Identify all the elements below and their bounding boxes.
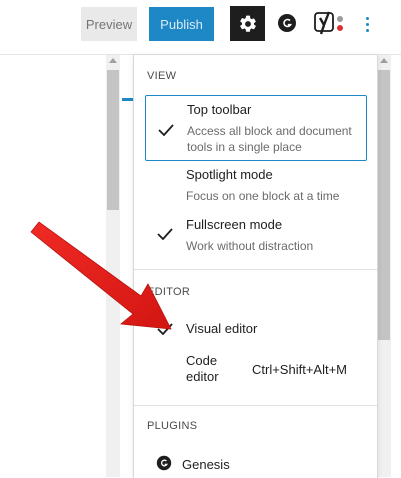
gear-icon xyxy=(239,15,256,32)
settings-button[interactable] xyxy=(230,6,265,41)
editor-scrollbar-thumb[interactable] xyxy=(107,70,119,210)
view-section-label: VIEW xyxy=(147,70,177,82)
yoast-icon xyxy=(314,11,343,35)
fullscreen-mode-option[interactable]: Fullscreen mode Work without distraction xyxy=(145,215,365,255)
menu-divider xyxy=(134,405,377,406)
spotlight-mode-option[interactable]: Spotlight mode Focus on one block at a t… xyxy=(145,165,365,205)
genesis-icon xyxy=(278,14,296,32)
item-title: Code editor xyxy=(186,353,219,384)
editor-header: Preview Publish xyxy=(0,0,401,55)
item-description: Work without distraction xyxy=(186,239,314,253)
checkmark-icon xyxy=(158,124,174,136)
item-title: Top toolbar xyxy=(187,102,252,117)
ellipsis-dot xyxy=(365,28,369,32)
code-editor-option[interactable]: Code editor Ctrl+Shift+Alt+M xyxy=(145,351,365,391)
preview-button[interactable]: Preview xyxy=(81,7,137,41)
genesis-plugin-button[interactable] xyxy=(277,13,297,33)
genesis-plugin-option[interactable]: Genesis xyxy=(134,451,377,475)
item-description: Focus on one block at a time xyxy=(186,189,340,203)
item-title: Fullscreen mode xyxy=(186,217,283,232)
checkmark-icon xyxy=(157,228,173,240)
checkmark-icon xyxy=(157,323,173,335)
visual-editor-option[interactable]: Visual editor xyxy=(145,317,365,341)
item-title: Spotlight mode xyxy=(186,167,273,182)
top-toolbar-option[interactable]: Top toolbar Access all block and documen… xyxy=(145,95,367,161)
editor-section-label: EDITOR xyxy=(147,286,191,298)
publish-button[interactable]: Publish xyxy=(149,7,214,41)
menu-divider xyxy=(134,269,377,270)
keyboard-shortcut: Ctrl+Shift+Alt+M xyxy=(252,362,348,377)
scroll-up-arrow-icon[interactable] xyxy=(109,58,117,63)
plugins-section-label: PLUGINS xyxy=(147,420,198,432)
item-title: Genesis xyxy=(182,457,230,472)
genesis-icon xyxy=(156,455,172,471)
vertical-ellipsis-icon xyxy=(365,16,369,20)
more-tools-menu: VIEW Top toolbar Access all block and do… xyxy=(133,54,378,478)
yoast-seo-button[interactable] xyxy=(314,10,346,36)
sidebar-scrollbar-thumb[interactable] xyxy=(378,70,390,340)
scroll-up-arrow-icon[interactable] xyxy=(380,58,388,63)
ellipsis-dot xyxy=(365,22,369,26)
more-tools-button[interactable] xyxy=(360,11,374,37)
item-description: Access all block and document tools in a… xyxy=(187,124,352,154)
item-title: Visual editor xyxy=(186,321,258,336)
